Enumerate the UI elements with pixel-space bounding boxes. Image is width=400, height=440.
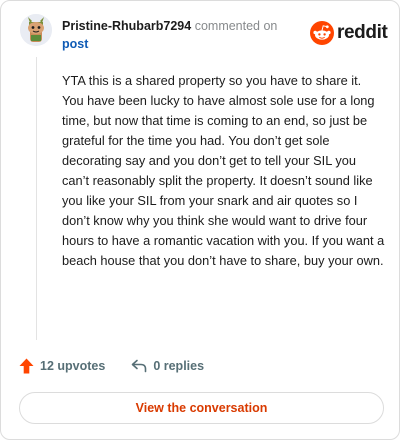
reddit-logo-icon [310,21,334,45]
comment-actions: 12 upvotes 0 replies [19,358,204,374]
comment-body: YTA this is a shared property so you hav… [62,73,385,268]
reddit-logo[interactable]: reddit [310,21,388,45]
username-link[interactable]: Pristine-Rhubarb7294 [62,19,191,33]
snoo-avatar-icon [20,14,52,46]
reply-arrow-icon [132,359,147,373]
thread-line [36,57,37,340]
upvote-count: 12 upvotes [40,359,106,373]
upvote-arrow-icon [19,358,34,374]
post-link[interactable]: post [62,37,88,51]
comment-header: Pristine-Rhubarb7294 commented on post [62,17,302,53]
reddit-wordmark: reddit [337,22,388,43]
view-conversation-button[interactable]: View the conversation [19,392,384,424]
view-conversation-label: View the conversation [135,401,268,415]
action-text: commented on [194,19,278,33]
comment-card: Pristine-Rhubarb7294 commented on post r… [0,0,400,440]
reply-count: 0 replies [153,359,205,373]
upvote-button[interactable]: 12 upvotes [19,358,105,374]
replies-button[interactable]: 0 replies [131,359,204,373]
avatar[interactable] [20,14,52,46]
